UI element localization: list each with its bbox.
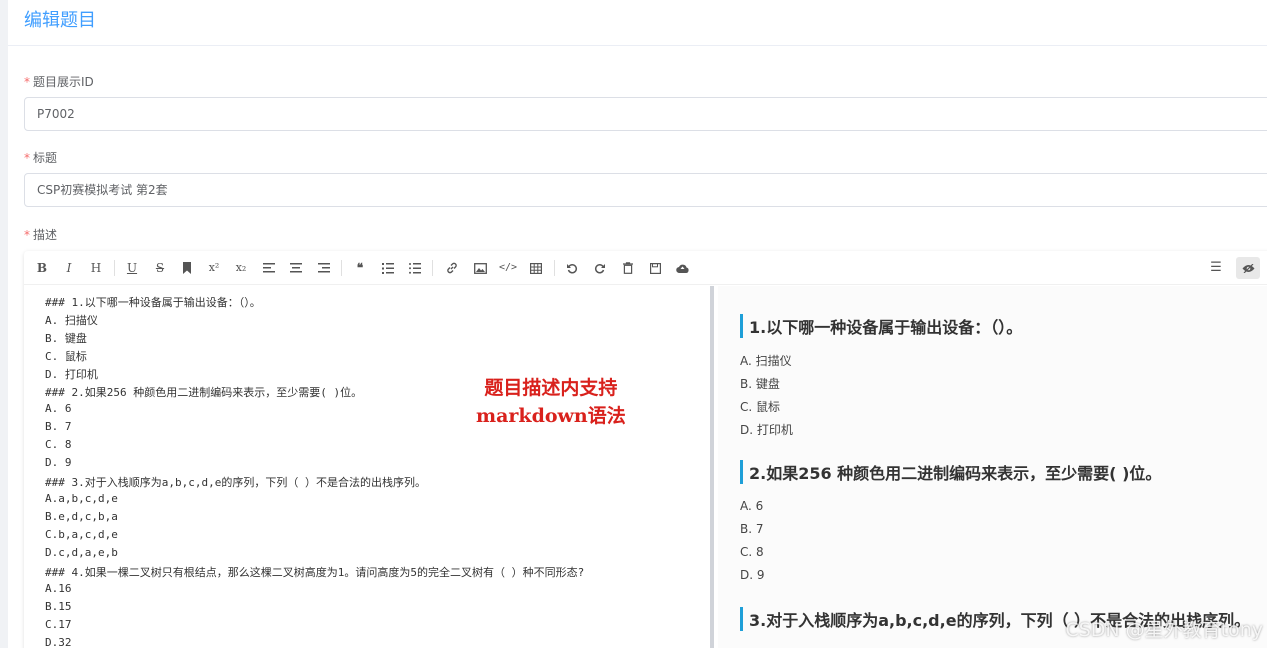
display-id-input[interactable]: P7002 bbox=[24, 97, 1267, 131]
link-icon[interactable] bbox=[442, 257, 462, 279]
editor-line: D.32 bbox=[45, 636, 72, 648]
markdown-editor: B I H U S x² x₂ ❝ </> ☰ ### 1.以下哪一种设备属于输… bbox=[24, 251, 1267, 648]
unordered-list-icon[interactable] bbox=[405, 257, 425, 279]
editor-toolbar: B I H U S x² x₂ ❝ </> ☰ bbox=[24, 251, 1267, 285]
title-input[interactable]: CSP初赛模拟考试 第2套 bbox=[24, 173, 1267, 207]
title-label-text: 标题 bbox=[33, 151, 58, 165]
preview-option: D. 打印机 bbox=[740, 423, 793, 437]
editor-line: C. 8 bbox=[45, 438, 72, 451]
image-icon[interactable] bbox=[470, 257, 490, 279]
preview-option: A. 扫描仪 bbox=[740, 354, 792, 368]
page-title: 编辑题目 bbox=[24, 10, 96, 31]
editor-line: B.e,d,c,b,a bbox=[45, 510, 118, 523]
menu-icon[interactable]: ☰ bbox=[1206, 257, 1226, 279]
editor-line: ### 1.以下哪一种设备属于输出设备：（）。 bbox=[45, 296, 261, 309]
align-right-icon[interactable] bbox=[314, 257, 334, 279]
preview-heading: 2.如果256 种颜色用二进制编码来表示，至少需要( )位。 bbox=[740, 460, 1161, 484]
editor-line: ### 3.对于入栈顺序为a,b,c,d,e的序列，下列（ ）不是合法的出栈序列… bbox=[45, 476, 426, 489]
sidebar-edge bbox=[0, 0, 8, 648]
title-label: * 标题 bbox=[24, 149, 57, 166]
editor-line: C.17 bbox=[45, 618, 72, 631]
description-label-text: 描述 bbox=[33, 228, 58, 242]
markdown-edit-pane[interactable]: ### 1.以下哪一种设备属于输出设备：（）。 A. 扫描仪 B. 键盘 C. … bbox=[24, 286, 714, 648]
preview-option: B. 键盘 bbox=[740, 377, 780, 391]
required-mark: * bbox=[24, 228, 30, 242]
toolbar-divider bbox=[341, 260, 342, 276]
header-button[interactable]: H bbox=[86, 257, 106, 279]
editor-line: A.a,b,c,d,e bbox=[45, 492, 118, 505]
display-id-label: * 题目展示ID bbox=[24, 73, 94, 90]
editor-line: B.15 bbox=[45, 600, 72, 613]
bookmark-icon[interactable] bbox=[177, 257, 197, 279]
redo-icon[interactable] bbox=[590, 257, 610, 279]
watermark: CSDN @星外教育tony bbox=[1065, 619, 1263, 641]
markdown-support-annotation: 题目描述内支持 markdown语法 bbox=[476, 374, 626, 430]
required-mark: * bbox=[24, 75, 30, 89]
toolbar-divider bbox=[432, 260, 433, 276]
trash-icon[interactable] bbox=[618, 257, 638, 279]
toolbar-divider bbox=[554, 260, 555, 276]
editor-line: D. 9 bbox=[45, 456, 72, 469]
description-label: * 描述 bbox=[24, 226, 57, 243]
annotation-line: markdown语法 bbox=[476, 405, 626, 427]
save-icon[interactable] bbox=[645, 257, 665, 279]
editor-line: B. 7 bbox=[45, 420, 72, 433]
editor-line: A.16 bbox=[45, 582, 72, 595]
undo-icon[interactable] bbox=[562, 257, 582, 279]
display-id-label-text: 题目展示ID bbox=[33, 75, 94, 89]
preview-option: A. 6 bbox=[740, 499, 764, 513]
align-left-icon[interactable] bbox=[259, 257, 279, 279]
preview-toggle-icon[interactable] bbox=[1236, 257, 1260, 279]
underline-button[interactable]: U bbox=[122, 257, 142, 279]
upload-icon[interactable] bbox=[672, 257, 692, 279]
table-icon[interactable] bbox=[526, 257, 546, 279]
editor-line: A. 扫描仪 bbox=[45, 314, 98, 327]
toolbar-divider bbox=[114, 260, 115, 276]
editor-line: B. 键盘 bbox=[45, 332, 87, 345]
editor-line: C.b,a,c,d,e bbox=[45, 528, 118, 541]
subscript-button[interactable]: x₂ bbox=[231, 257, 251, 279]
editor-line: A. 6 bbox=[45, 402, 72, 415]
editor-line: ### 4.如果一棵二叉树只有根结点，那么这棵二叉树高度为1。请问高度为5的完全… bbox=[45, 566, 585, 579]
editor-line: D. 打印机 bbox=[45, 368, 98, 381]
code-icon[interactable]: </> bbox=[498, 257, 518, 279]
quote-button[interactable]: ❝ bbox=[350, 257, 370, 279]
strikethrough-button[interactable]: S bbox=[150, 257, 170, 279]
italic-button[interactable]: I bbox=[59, 257, 79, 279]
superscript-button[interactable]: x² bbox=[204, 257, 224, 279]
annotation-line: 题目描述内支持 bbox=[484, 377, 618, 399]
preview-heading: 1.以下哪一种设备属于输出设备：（）。 bbox=[740, 314, 1022, 338]
align-center-icon[interactable] bbox=[286, 257, 306, 279]
editor-line: ### 2.如果256 种颜色用二进制编码来表示，至少需要( )位。 bbox=[45, 386, 363, 399]
editor-line: C. 鼠标 bbox=[45, 350, 87, 363]
editor-line: D.c,d,a,e,b bbox=[45, 546, 118, 559]
markdown-preview-pane: 1.以下哪一种设备属于输出设备：（）。 A. 扫描仪 B. 键盘 C. 鼠标 D… bbox=[718, 286, 1267, 648]
preview-option: C. 8 bbox=[740, 545, 764, 559]
preview-option: B. 7 bbox=[740, 522, 764, 536]
bold-button[interactable]: B bbox=[32, 257, 52, 279]
preview-option: D. 9 bbox=[740, 568, 765, 582]
page-header: 编辑题目 bbox=[8, 0, 1267, 46]
required-mark: * bbox=[24, 151, 30, 165]
ordered-list-icon[interactable] bbox=[378, 257, 398, 279]
preview-option: C. 鼠标 bbox=[740, 400, 781, 414]
